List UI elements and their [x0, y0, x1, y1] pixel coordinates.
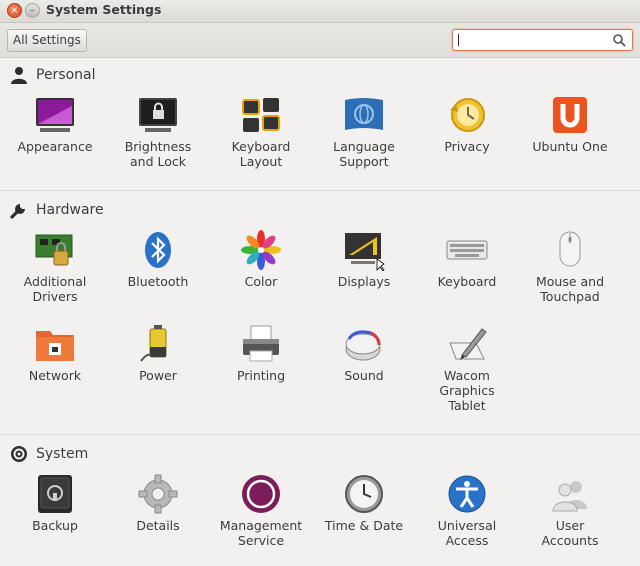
close-icon: × — [10, 5, 19, 16]
settings-item-keyboard-layout[interactable]: Keyboard Layout — [209, 94, 313, 169]
item-label: Time & Date — [324, 518, 404, 533]
settings-item-sound[interactable]: Sound — [312, 323, 416, 383]
power-icon — [140, 325, 167, 362]
ubuntu-one-icon — [553, 97, 587, 133]
management-service-icon — [242, 475, 280, 513]
wacom-tablet-icon — [449, 328, 487, 360]
toolbar: All Settings — [0, 23, 640, 58]
item-label: Color — [244, 274, 278, 289]
item-label: Privacy — [444, 139, 490, 154]
settings-item-backup[interactable]: Backup — [3, 473, 107, 533]
system-gear-icon — [11, 446, 27, 462]
keyboard-layout-icon — [242, 98, 280, 132]
settings-item-brightness-lock[interactable]: Brightness and Lock — [106, 94, 210, 169]
settings-item-user-accounts[interactable]: User Accounts — [518, 473, 622, 548]
universal-access-icon — [448, 475, 486, 513]
title-bar: × – System Settings — [0, 0, 640, 23]
color-icon — [241, 230, 281, 270]
item-label: Brightness and Lock — [124, 139, 192, 169]
settings-item-details[interactable]: Details — [106, 473, 210, 533]
settings-item-language-support[interactable]: Language Support — [312, 94, 416, 169]
section-divider — [0, 434, 640, 435]
item-label: Details — [136, 518, 180, 533]
item-label: Backup — [32, 518, 78, 533]
section-label-hardware: Hardware — [36, 202, 104, 218]
settings-item-printing[interactable]: Printing — [209, 323, 313, 383]
minimize-icon: – — [30, 5, 35, 16]
item-label: Wacom Graphics Tablet — [439, 368, 495, 413]
details-gear-icon — [138, 474, 178, 514]
settings-item-bluetooth[interactable]: Bluetooth — [106, 229, 210, 289]
item-label: User Accounts — [541, 518, 599, 548]
settings-item-additional-drivers[interactable]: Additional Drivers — [3, 229, 107, 304]
search-icon[interactable] — [612, 33, 626, 47]
item-label: Mouse and Touchpad — [535, 274, 605, 304]
item-label: Printing — [236, 368, 286, 383]
item-label: Language Support — [333, 139, 395, 169]
settings-item-time-date[interactable]: Time & Date — [312, 473, 416, 533]
settings-item-keyboard[interactable]: Keyboard — [415, 229, 519, 289]
window-close-button[interactable]: × — [7, 3, 22, 18]
settings-item-mouse-touchpad[interactable]: Mouse and Touchpad — [518, 229, 622, 304]
wrench-icon — [10, 204, 25, 219]
all-settings-button[interactable]: All Settings — [7, 29, 87, 52]
mouse-touchpad-icon — [559, 231, 581, 267]
item-label: Appearance — [17, 139, 93, 154]
item-label: Sound — [344, 368, 384, 383]
section-label-system: System — [36, 446, 89, 462]
printer-icon — [243, 325, 279, 362]
section-header-personal: Personal — [10, 65, 96, 85]
item-label: Network — [28, 368, 82, 383]
language-support-icon — [345, 98, 383, 130]
section-divider — [0, 190, 640, 191]
displays-icon — [345, 233, 385, 271]
keyboard-icon — [446, 240, 488, 260]
settings-item-power[interactable]: Power — [106, 323, 210, 383]
item-label: Additional Drivers — [23, 274, 87, 304]
text-cursor — [458, 34, 459, 46]
item-label: Displays — [337, 274, 391, 289]
clock-icon — [345, 475, 383, 513]
person-icon — [11, 67, 27, 84]
network-icon — [36, 331, 74, 361]
item-label: Power — [139, 368, 177, 383]
settings-item-color[interactable]: Color — [209, 229, 313, 289]
user-accounts-icon — [552, 481, 587, 512]
item-label: Bluetooth — [127, 274, 189, 289]
additional-drivers-icon — [35, 234, 73, 266]
item-label: Keyboard Layout — [231, 139, 291, 169]
settings-item-network[interactable]: Network — [3, 323, 107, 383]
settings-item-appearance[interactable]: Appearance — [3, 94, 107, 154]
window-title: System Settings — [46, 2, 162, 17]
search-input[interactable] — [452, 29, 633, 51]
brightness-lock-icon — [139, 98, 177, 132]
settings-item-privacy[interactable]: Privacy — [415, 94, 519, 154]
section-header-system: System — [10, 444, 88, 464]
item-label: Universal Access — [437, 518, 497, 548]
settings-item-universal-access[interactable]: Universal Access — [415, 473, 519, 548]
settings-item-displays[interactable]: Displays — [312, 229, 416, 289]
settings-item-management-service[interactable]: Management Service — [209, 473, 313, 548]
item-label: Management Service — [219, 518, 303, 548]
backup-icon — [38, 475, 72, 513]
sound-icon — [345, 330, 381, 361]
section-header-hardware: Hardware — [10, 200, 104, 220]
settings-item-ubuntu-one[interactable]: Ubuntu One — [518, 94, 622, 154]
item-label: Ubuntu One — [532, 139, 608, 154]
section-label-personal: Personal — [36, 67, 96, 83]
privacy-icon — [450, 98, 485, 132]
item-label: Keyboard — [437, 274, 497, 289]
window-minimize-button[interactable]: – — [25, 3, 40, 18]
settings-item-wacom-tablet[interactable]: Wacom Graphics Tablet — [415, 323, 519, 413]
bluetooth-icon — [145, 232, 171, 268]
appearance-icon — [36, 98, 74, 132]
